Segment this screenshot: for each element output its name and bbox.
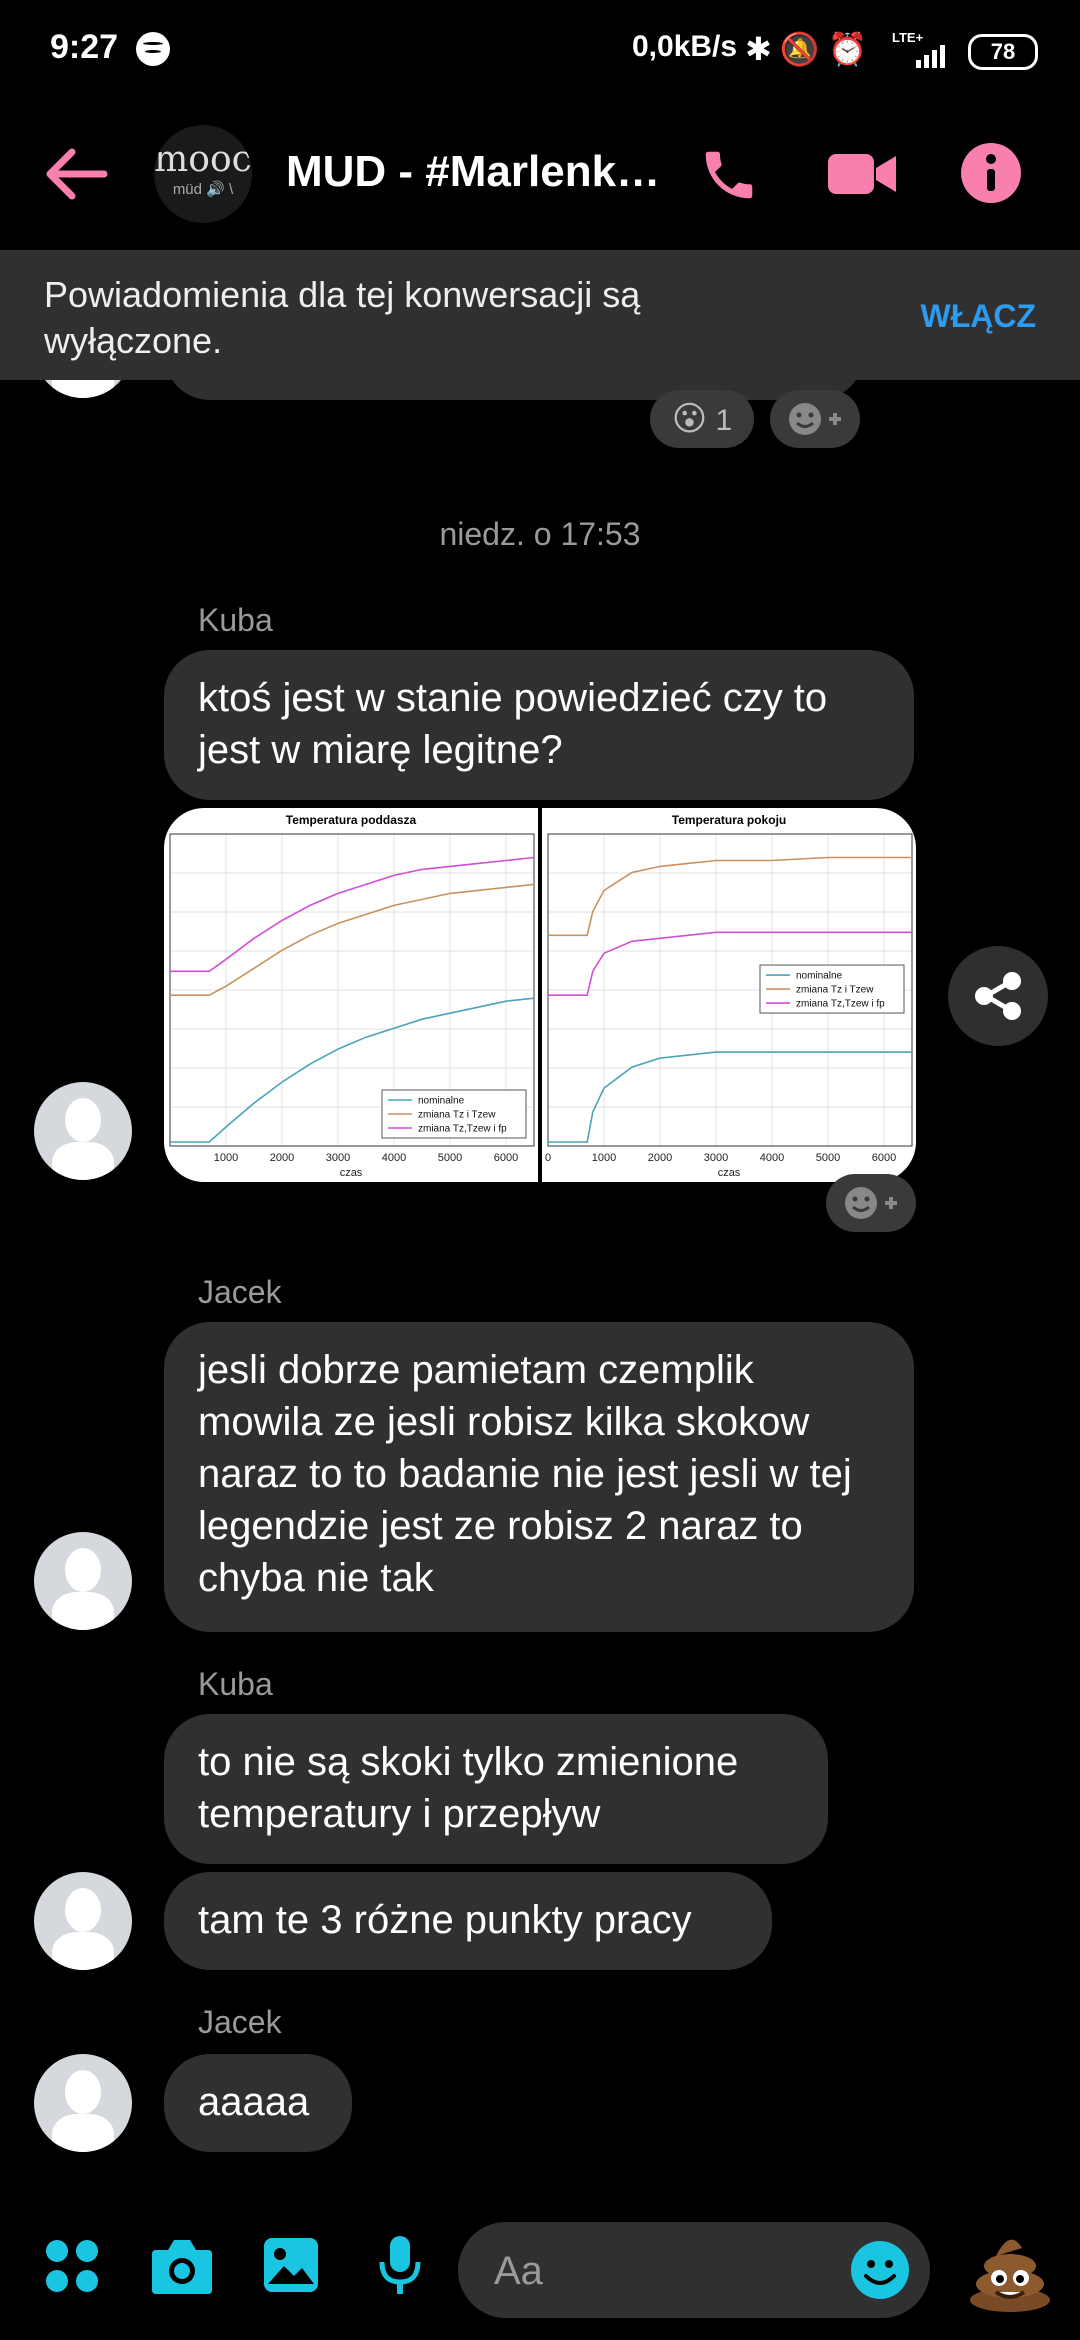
chart-legend-label-1: zmiana Tz i Tzew <box>418 1110 496 1121</box>
chart-tick-label: 1000 <box>214 1152 238 1164</box>
video-call-icon[interactable] <box>826 148 898 200</box>
chart-x-axis-label: czas <box>718 1167 741 1179</box>
sender-avatar[interactable] <box>34 1532 132 1630</box>
chart-title: Temperatura poddasza <box>286 813 417 827</box>
add-reaction-button[interactable] <box>770 390 860 448</box>
bluetooth-icon: ✱ <box>745 31 780 67</box>
reaction-emoji: 😮 <box>671 400 708 438</box>
chart-tick-label: 2000 <box>270 1152 294 1164</box>
group-avatar-subtext: müd 🔊 \ <box>172 181 234 198</box>
sender-name: Jacek <box>198 1274 282 1310</box>
sender-name: Kuba <box>198 1666 273 1702</box>
chart-tick-label: 4000 <box>760 1152 784 1164</box>
banner-message: Powiadomienia dla tej konwersacji są wył… <box>44 274 641 361</box>
phone-call-icon[interactable] <box>696 144 762 206</box>
message-bubble[interactable]: tam te 3 różne punkty pracy <box>164 1872 772 1970</box>
status-icons: ✱🔕⏰ <box>745 30 876 68</box>
network-speed: 0,0kB/s <box>632 30 738 63</box>
message-input[interactable] <box>492 2242 796 2300</box>
reaction-badge[interactable]: 😮 1 <box>650 390 754 448</box>
gallery-icon[interactable] <box>262 2236 320 2294</box>
alarm-icon: ⏰ <box>827 31 876 67</box>
chart-tick-label: 0 <box>545 1152 551 1164</box>
conversation-title[interactable]: MUD - #Marlenka... <box>286 147 666 197</box>
more-actions-icon[interactable] <box>44 2238 100 2294</box>
chart-tick-label: 4000 <box>382 1152 406 1164</box>
sender-avatar[interactable] <box>34 1872 132 1970</box>
sender-name: Kuba <box>198 602 273 638</box>
reaction-count: 1 <box>715 404 733 437</box>
add-reaction-button[interactable] <box>826 1174 916 1232</box>
spotify-icon <box>136 32 170 66</box>
message-bubble[interactable]: ktoś jest w stanie powiedzieć czy to jes… <box>164 650 914 800</box>
chart-tick-label: 3000 <box>326 1152 350 1164</box>
chart-legend-label-2: zmiana Tz,Tzew i fp <box>418 1124 507 1135</box>
notifications-banner: Powiadomienia dla tej konwersacji są wył… <box>0 250 1080 380</box>
chart-x-axis-label: czas <box>340 1167 363 1179</box>
sender-avatar[interactable] <box>34 2054 132 2152</box>
timestamp-divider: niedz. o 17:53 <box>439 516 641 552</box>
network-type: LTE+ <box>892 30 924 45</box>
message-bubble[interactable]: aaaaa <box>164 2054 352 2152</box>
status-time: 9:27 <box>50 28 119 66</box>
poop-emoji-icon[interactable] <box>966 2226 1054 2314</box>
battery-indicator: 78 <box>968 34 1038 70</box>
chart-legend-label-0: nominalne <box>418 1096 465 1107</box>
signal-icon <box>916 45 945 68</box>
chart-tick-label: 3000 <box>704 1152 728 1164</box>
chart-temperatura-poddasza: Temperatura poddasza 1000 2000 3000 4000 5000… <box>164 808 538 1182</box>
chart-tick-label: 1000 <box>592 1152 616 1164</box>
chart-legend-label-2: zmiana Tz,Tzew i fp <box>796 999 885 1010</box>
chart-temperatura-pokoju: Temperatura pokoju 0 1000 2000 3000 4000 5000 6… <box>542 808 916 1182</box>
chart-tick-label: 6000 <box>872 1152 896 1164</box>
chart-tick-label: 2000 <box>648 1152 672 1164</box>
image-attachment[interactable]: Temperatura poddasza 1000 2000 3000 4000 5000… <box>164 808 916 1182</box>
enable-notifications-button[interactable]: WŁĄCZ <box>920 298 1036 335</box>
sender-name: Jacek <box>198 2004 282 2040</box>
message-bubble[interactable]: jesli dobrze pamietam czemplik mowila ze… <box>164 1322 914 1632</box>
info-icon[interactable] <box>960 142 1022 204</box>
status-bar: 9:27 0,0kB/s ✱🔕⏰ LTE+ 78 <box>0 0 1080 100</box>
add-reaction-icon <box>845 1187 897 1219</box>
chart-tick-label: 5000 <box>816 1152 840 1164</box>
mute-icon: 🔕 <box>779 31 828 67</box>
share-icon <box>975 972 1021 1020</box>
back-arrow-icon[interactable] <box>44 148 108 200</box>
sender-avatar[interactable] <box>34 1082 132 1180</box>
chart-legend-label-0: nominalne <box>796 971 843 982</box>
message-bubble[interactable]: to nie są skoki tylko zmienione temperat… <box>164 1714 828 1864</box>
chart-title: Temperatura pokoju <box>672 813 786 827</box>
add-reaction-icon <box>789 403 841 435</box>
message-input-container[interactable] <box>458 2222 930 2318</box>
share-button[interactable] <box>948 946 1048 1046</box>
camera-icon[interactable] <box>150 2236 214 2296</box>
chart-legend-label-1: zmiana Tz i Tzew <box>796 985 874 996</box>
chart-tick-label: 6000 <box>494 1152 518 1164</box>
group-avatar-text: mooc <box>154 139 252 180</box>
emoji-icon[interactable] <box>850 2240 910 2300</box>
microphone-icon[interactable] <box>376 2234 424 2298</box>
chart-tick-label: 5000 <box>438 1152 462 1164</box>
group-avatar[interactable]: mooc müd 🔊 \ <box>154 125 252 223</box>
